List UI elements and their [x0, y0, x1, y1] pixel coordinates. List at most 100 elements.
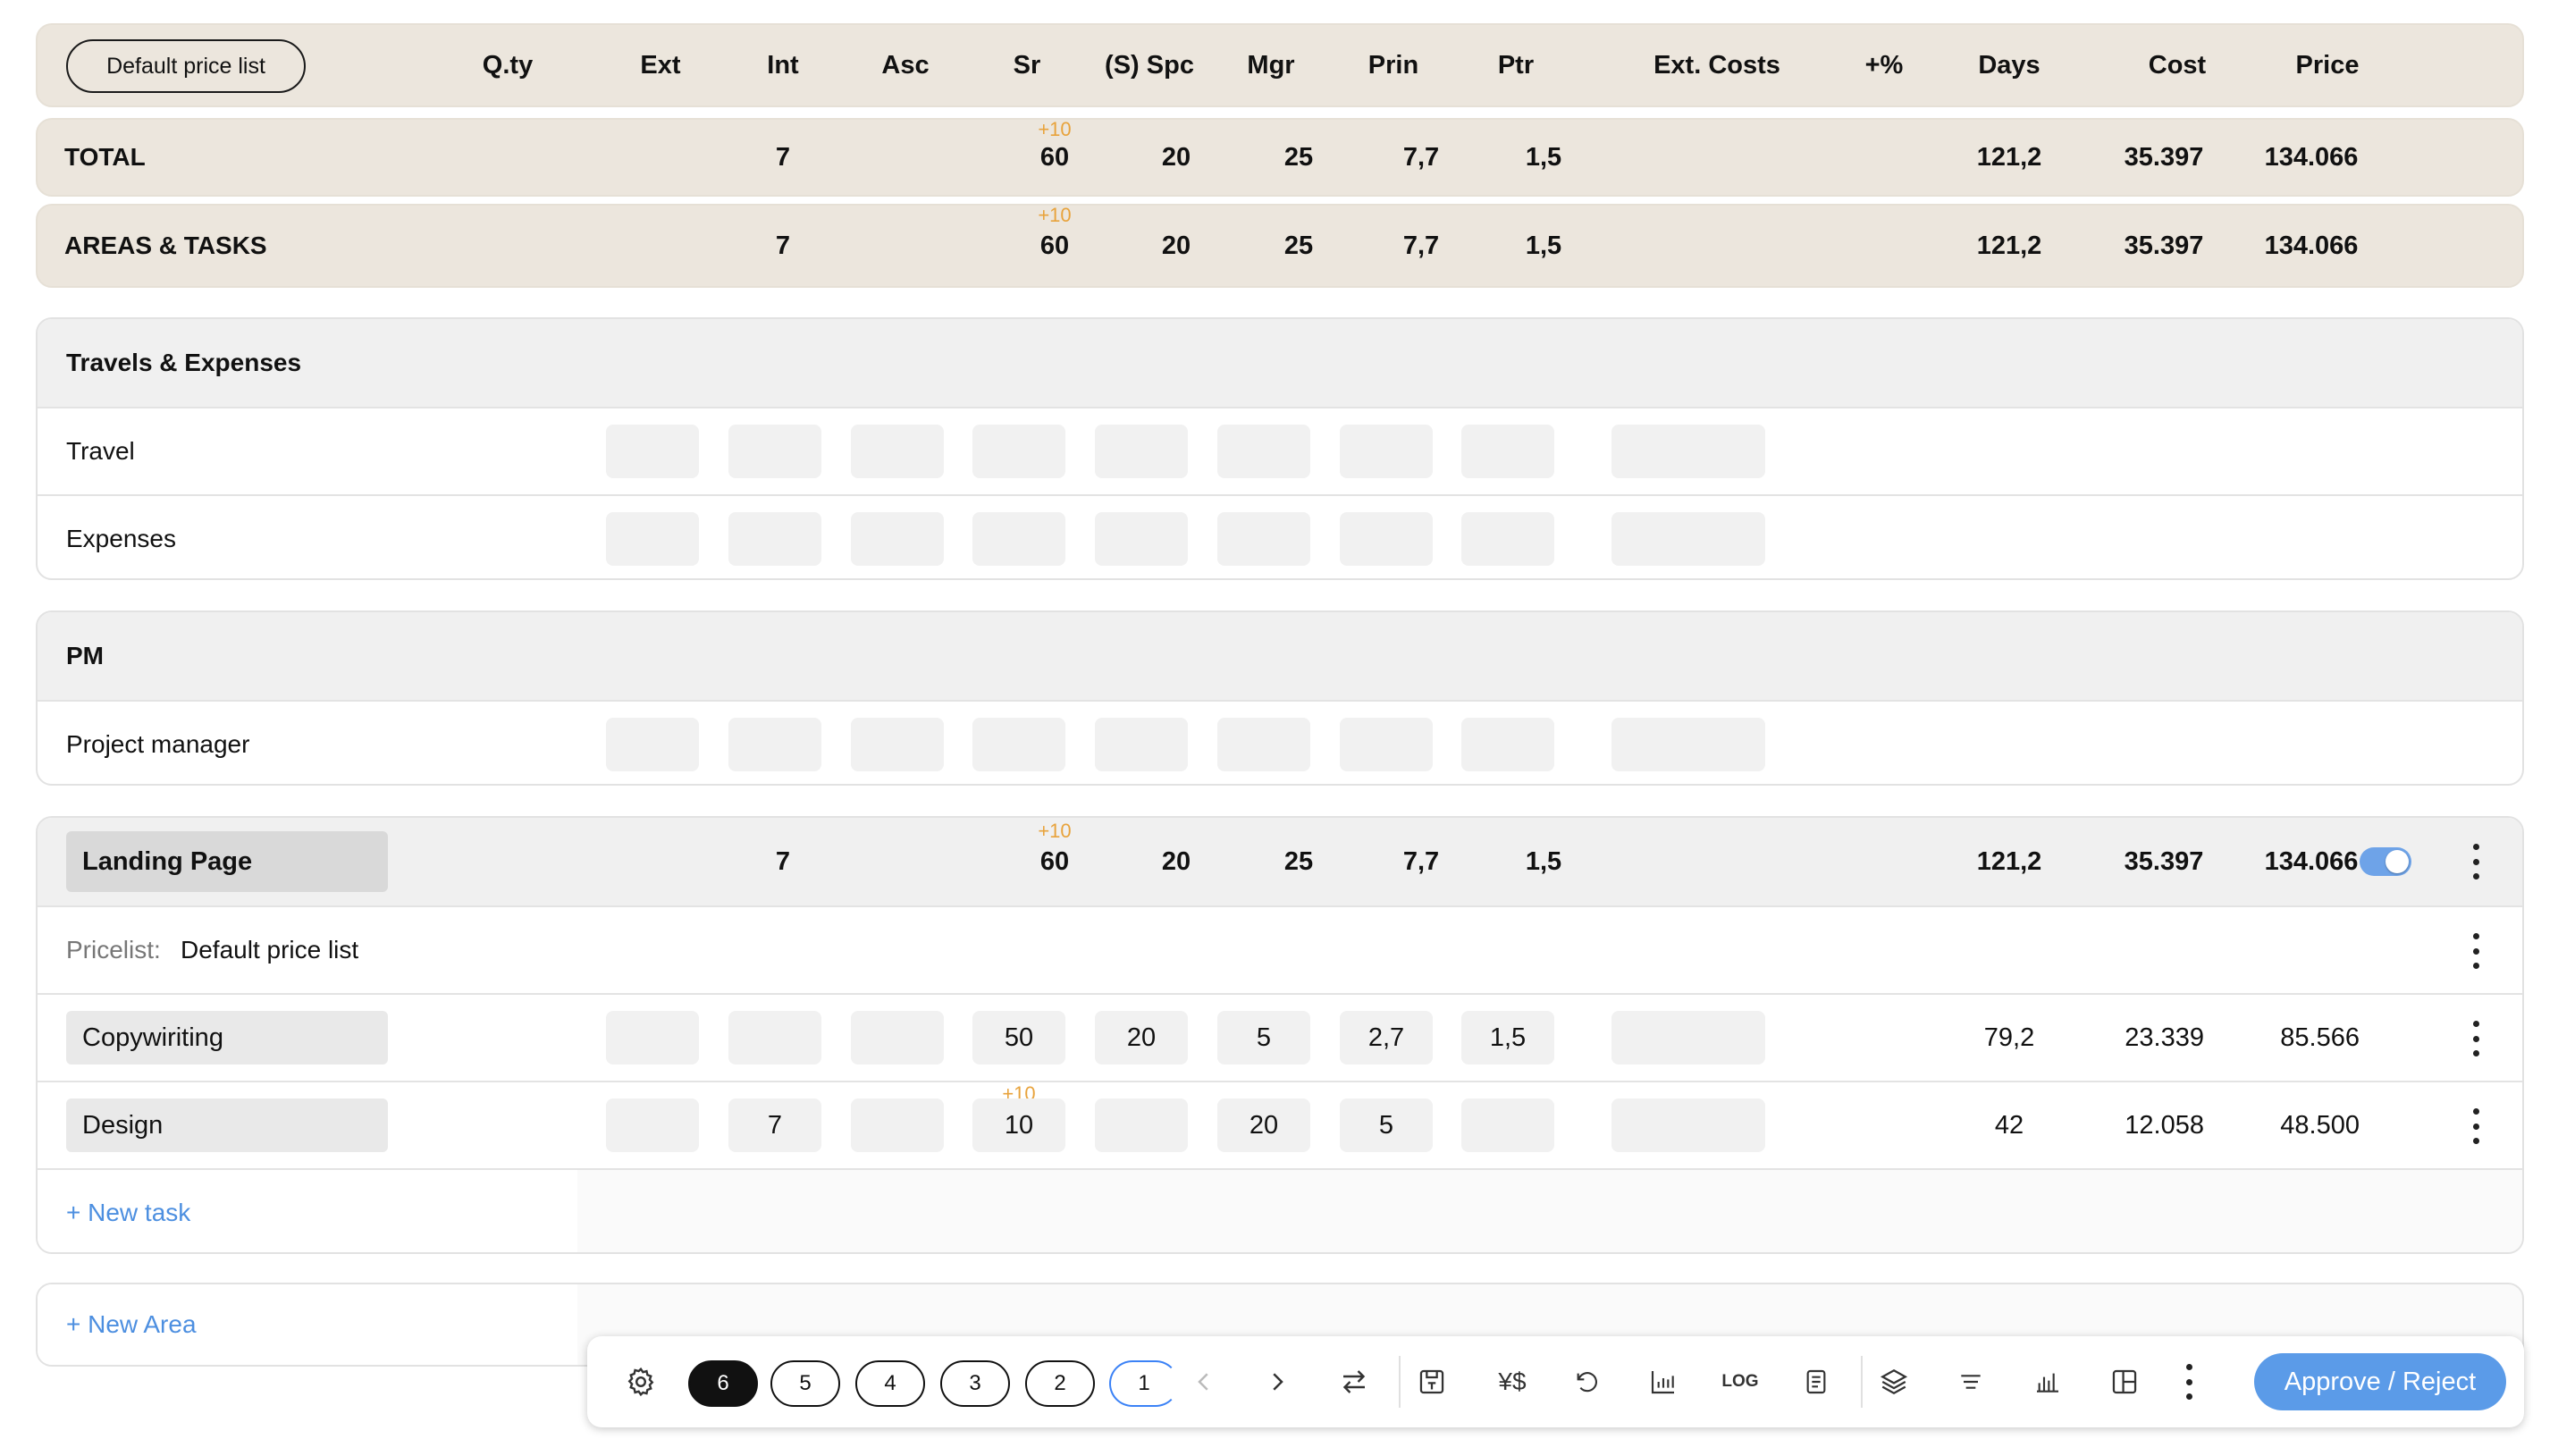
chevron-left-icon[interactable]: [1177, 1336, 1231, 1427]
task-name-input[interactable]: Copywiriting: [66, 1011, 388, 1065]
pm-section: PM Project manager: [36, 610, 2524, 786]
task-sr-input[interactable]: 50: [972, 1011, 1065, 1065]
total-sr: 60: [1039, 142, 1070, 172]
expenses-mgr-input[interactable]: [1217, 512, 1310, 566]
task-int-input[interactable]: [728, 1011, 821, 1065]
task-ptr-input[interactable]: [1461, 1098, 1554, 1152]
new-task-row: + New task: [38, 1168, 2522, 1252]
expenses-ptr-input[interactable]: [1461, 512, 1554, 566]
travel-int-input[interactable]: [728, 425, 821, 478]
task-prin-input[interactable]: 2,7: [1340, 1011, 1433, 1065]
task-more-icon[interactable]: [2469, 1108, 2483, 1144]
column-header-ext-costs: Ext. Costs: [1653, 50, 1780, 80]
travel-asc-input[interactable]: [851, 425, 944, 478]
task-ext-costs-input[interactable]: [1611, 1011, 1765, 1065]
pricelist-value[interactable]: Default price list: [181, 907, 358, 993]
landing-page-title[interactable]: Landing Page: [66, 831, 388, 892]
more-icon[interactable]: [2162, 1336, 2216, 1427]
landing-page-more-icon[interactable]: [2469, 844, 2483, 879]
expenses-prin-input[interactable]: [1340, 512, 1433, 566]
task-ptr-input[interactable]: 1,5: [1461, 1011, 1554, 1065]
task-mgr-input[interactable]: 20: [1217, 1098, 1310, 1152]
pricelist-more-icon[interactable]: [2469, 933, 2483, 969]
travel-ptr-input[interactable]: [1461, 425, 1554, 478]
pm-asc-input[interactable]: [851, 718, 944, 771]
travels-expenses-section: Travels & Expenses Travel Expenses: [36, 317, 2524, 580]
task-ext-input[interactable]: [606, 1011, 699, 1065]
task-int-input[interactable]: 7: [728, 1098, 821, 1152]
areas-tasks-row: AREAS & TASKS 7 +10 60 20 25 7,7 1,5 121…: [36, 204, 2524, 288]
pm-ext-input[interactable]: [606, 718, 699, 771]
page-5-button[interactable]: 5: [770, 1360, 840, 1407]
task-name-input[interactable]: Design: [66, 1098, 388, 1152]
price-list-button[interactable]: Default price list: [66, 39, 306, 93]
document-icon[interactable]: [1789, 1336, 1843, 1427]
layout-icon[interactable]: [2098, 1336, 2151, 1427]
gear-icon[interactable]: [614, 1336, 668, 1427]
layers-icon[interactable]: [1867, 1336, 1921, 1427]
task-sr-input[interactable]: 10: [972, 1098, 1065, 1152]
task-asc-input[interactable]: [851, 1011, 944, 1065]
approve-reject-button[interactable]: Approve / Reject: [2254, 1353, 2506, 1410]
task-mgr-input[interactable]: 5: [1217, 1011, 1310, 1065]
new-task-link[interactable]: + New task: [66, 1170, 190, 1252]
page-2-button[interactable]: 2: [1025, 1360, 1095, 1407]
task-prin-input[interactable]: 5: [1340, 1098, 1433, 1152]
travel-prin-input[interactable]: [1340, 425, 1433, 478]
pm-int-input[interactable]: [728, 718, 821, 771]
landing-spc: 20: [1161, 846, 1191, 876]
expenses-int-input[interactable]: [728, 512, 821, 566]
align-icon[interactable]: [1944, 1336, 1998, 1427]
pm-prin-input[interactable]: [1340, 718, 1433, 771]
travel-sr-input[interactable]: [972, 425, 1065, 478]
travels-title: Travels & Expenses: [66, 349, 302, 376]
pm-spc-input[interactable]: [1095, 718, 1188, 771]
page-1-button[interactable]: 1: [1109, 1360, 1179, 1407]
areas-ptr: 1,5: [1525, 231, 1562, 260]
task-days: 42: [1994, 1110, 2024, 1140]
expenses-ext-input[interactable]: [606, 512, 699, 566]
travel-label: Travel: [66, 437, 135, 465]
pm-sr-input[interactable]: [972, 718, 1065, 771]
toolbar-divider: [1399, 1356, 1401, 1408]
save-icon[interactable]: [1405, 1336, 1459, 1427]
pm-ext-costs-input[interactable]: [1611, 718, 1765, 771]
pm-ptr-input[interactable]: [1461, 718, 1554, 771]
undo-icon[interactable]: [1560, 1336, 1613, 1427]
bar-chart-icon[interactable]: [2021, 1336, 2074, 1427]
column-header-spc: (S) Spc: [1105, 50, 1194, 80]
landing-page-toggle[interactable]: [2360, 847, 2411, 876]
currency-icon[interactable]: ¥$: [1481, 1336, 1544, 1427]
areas-tasks-label: AREAS & TASKS: [64, 231, 267, 259]
task-spc-input[interactable]: 20: [1095, 1011, 1188, 1065]
page-6-button[interactable]: 6: [688, 1360, 758, 1407]
chevron-right-icon[interactable]: [1250, 1336, 1304, 1427]
areas-int: 7: [775, 231, 791, 260]
new-area-link[interactable]: + New Area: [66, 1284, 197, 1365]
expenses-asc-input[interactable]: [851, 512, 944, 566]
task-ext-costs-input[interactable]: [1611, 1098, 1765, 1152]
pm-mgr-input[interactable]: [1217, 718, 1310, 771]
page-4-button[interactable]: 4: [855, 1360, 925, 1407]
travel-mgr-input[interactable]: [1217, 425, 1310, 478]
travel-spc-input[interactable]: [1095, 425, 1188, 478]
task-asc-input[interactable]: [851, 1098, 944, 1152]
estimate-sheet: Default price list Q.ty Ext Int Asc Sr (…: [0, 0, 2558, 1456]
travel-ext-input[interactable]: [606, 425, 699, 478]
page-3-button[interactable]: 3: [940, 1360, 1010, 1407]
column-header-markup: +%: [1864, 50, 1904, 80]
landing-ptr: 1,5: [1525, 846, 1562, 876]
chart-icon[interactable]: [1637, 1336, 1690, 1427]
pricelist-row: Pricelist: Default price list: [38, 905, 2522, 993]
log-icon[interactable]: LOG: [1713, 1336, 1767, 1427]
travel-ext-costs-input[interactable]: [1611, 425, 1765, 478]
task-more-icon[interactable]: [2469, 1021, 2483, 1056]
task-spc-input[interactable]: [1095, 1098, 1188, 1152]
expenses-spc-input[interactable]: [1095, 512, 1188, 566]
swap-icon[interactable]: [1327, 1336, 1381, 1427]
areas-prin: 7,7: [1402, 231, 1440, 260]
landing-int: 7: [775, 846, 791, 876]
expenses-sr-input[interactable]: [972, 512, 1065, 566]
task-ext-input[interactable]: [606, 1098, 699, 1152]
expenses-ext-costs-input[interactable]: [1611, 512, 1765, 566]
